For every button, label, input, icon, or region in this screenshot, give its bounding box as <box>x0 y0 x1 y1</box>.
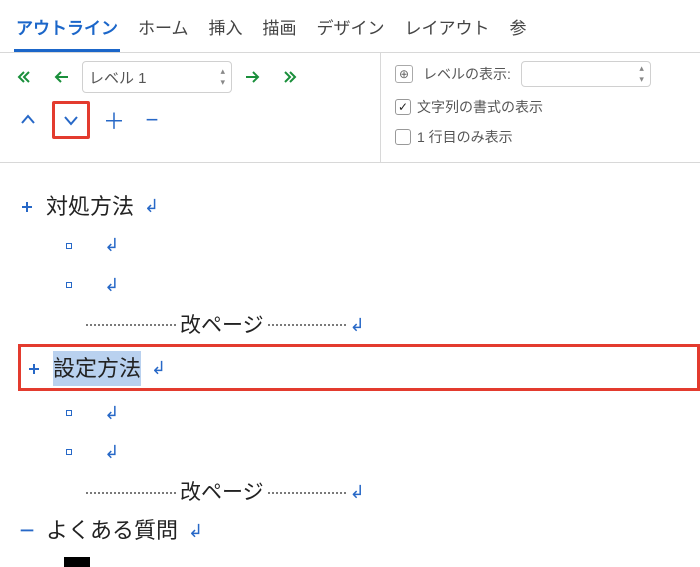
paragraph-mark-icon: ↲ <box>104 231 119 260</box>
show-formatting-checkbox[interactable] <box>395 99 411 115</box>
paragraph-mark-icon: ↲ <box>104 399 119 428</box>
highlight-move-down <box>52 101 90 139</box>
promote-button[interactable] <box>48 65 72 89</box>
paragraph-mark-icon: ↲ <box>350 311 365 340</box>
move-down-button[interactable] <box>57 106 85 134</box>
outline-body-bullet <box>66 449 72 455</box>
end-of-document-mark <box>64 557 90 567</box>
outline-heading-2[interactable]: 設定方法 <box>53 351 141 386</box>
outline-body-bullet <box>66 282 72 288</box>
pagebreak-line <box>86 492 176 494</box>
tab-layout[interactable]: レイアウト <box>403 10 492 52</box>
show-level-label: レベルの表示: <box>423 64 511 84</box>
collapse-button[interactable]: − <box>138 106 166 134</box>
outline-expand-icon[interactable] <box>25 360 43 378</box>
outline-level-value: レベル 1 <box>89 67 147 88</box>
show-formatting-label: 文字列の書式の表示 <box>417 97 543 117</box>
show-level-icon: ⊕ <box>395 65 413 83</box>
plus-icon: ＋ <box>103 104 125 136</box>
paragraph-mark-icon: ↲ <box>144 192 159 221</box>
outline-expand-icon[interactable] <box>18 198 36 216</box>
outline-document[interactable]: 対処方法 ↲ ↲ ↲ 改ページ ↲ 設定方法 ↲ ↲ ↲ 改ページ ↲ − よくある… <box>0 163 700 567</box>
tab-insert[interactable]: 挿入 <box>207 10 245 52</box>
highlight-selected-heading: 設定方法 ↲ <box>18 344 700 391</box>
pagebreak-line <box>268 492 346 494</box>
outline-heading-1[interactable]: 対処方法 <box>46 189 134 224</box>
outline-level-select[interactable]: レベル 1 ▴▾ <box>82 61 232 93</box>
outline-heading-3[interactable]: よくある質問 <box>46 513 178 548</box>
show-level-stepper[interactable]: ▴▾ <box>639 63 644 85</box>
pagebreak-line <box>268 324 346 326</box>
promote-to-heading1-button[interactable] <box>14 65 38 89</box>
outline-collapse-icon[interactable]: − <box>18 522 36 540</box>
tab-home[interactable]: ホーム <box>136 10 191 52</box>
pagebreak-line <box>86 324 176 326</box>
expand-button[interactable]: ＋ <box>100 106 128 134</box>
level-stepper[interactable]: ▴▾ <box>220 66 225 88</box>
paragraph-mark-icon: ↲ <box>151 354 166 383</box>
show-level-select[interactable]: ▴▾ <box>521 61 651 87</box>
first-line-only-label: 1 行目のみ表示 <box>417 127 513 147</box>
tab-draw[interactable]: 描画 <box>261 10 299 52</box>
paragraph-mark-icon: ↲ <box>188 517 203 546</box>
demote-button[interactable] <box>242 65 266 89</box>
tab-outline[interactable]: アウトライン <box>14 10 120 52</box>
outline-body-bullet <box>66 243 72 249</box>
paragraph-mark-icon: ↲ <box>350 478 365 507</box>
tab-references[interactable]: 参 <box>508 10 529 52</box>
move-up-button[interactable] <box>14 106 42 134</box>
tab-design[interactable]: デザイン <box>315 10 387 52</box>
pagebreak-label: 改ページ <box>180 476 264 510</box>
paragraph-mark-icon: ↲ <box>104 271 119 300</box>
minus-icon: − <box>146 107 159 133</box>
outline-body-bullet <box>66 410 72 416</box>
paragraph-mark-icon: ↲ <box>104 438 119 467</box>
demote-to-body-button[interactable] <box>276 65 300 89</box>
pagebreak-label: 改ページ <box>180 309 264 343</box>
first-line-only-checkbox[interactable] <box>395 129 411 145</box>
